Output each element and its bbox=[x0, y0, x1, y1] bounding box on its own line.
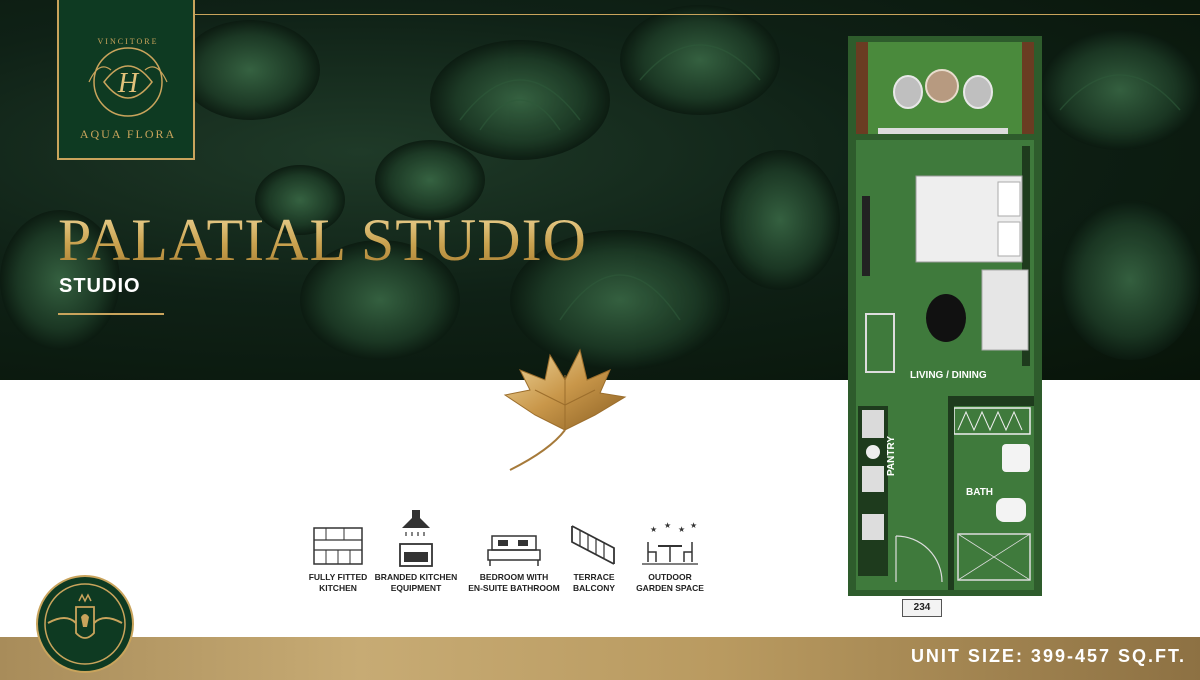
feature-label-equipment-1: BRANDED KITCHEN bbox=[374, 572, 458, 582]
svg-text:★: ★ bbox=[678, 525, 685, 534]
aqua-flora-logo: VINCITORE H AQUA FLORA bbox=[57, 0, 195, 160]
feature-label-garden-1: OUTDOOR bbox=[648, 572, 692, 582]
feature-label-equipment-2: EQUIPMENT bbox=[390, 583, 442, 593]
page-subtitle: STUDIO bbox=[59, 275, 141, 297]
floor-plan: LIVING / DINING PANTRY BATH bbox=[848, 36, 1042, 596]
kitchen-icon bbox=[313, 527, 363, 565]
svg-text:H: H bbox=[117, 68, 140, 99]
page-title: PALATIAL STUDIO bbox=[58, 207, 587, 273]
feature-label-garden-2: GARDEN SPACE bbox=[636, 583, 704, 593]
crest-emblem bbox=[36, 575, 134, 673]
toilet bbox=[996, 498, 1026, 522]
bath-label: BATH bbox=[966, 487, 994, 498]
range-hood-icon bbox=[399, 510, 433, 567]
unit-size-text: UNIT SIZE: 399-457 SQ.FT. bbox=[910, 646, 1186, 666]
top-gold-rule bbox=[195, 14, 1200, 15]
logo-text-bottom: AQUA FLORA bbox=[80, 127, 176, 141]
feature-item-equipment: BRANDED KITCHEN EQUIPMENT bbox=[368, 510, 464, 594]
terrace-chair-left bbox=[893, 75, 923, 109]
svg-text:★: ★ bbox=[650, 525, 657, 534]
bath-sink bbox=[1002, 444, 1030, 472]
sofa bbox=[981, 269, 1029, 351]
svg-text:★: ★ bbox=[664, 521, 671, 530]
living-dining-label: LIVING / DINING bbox=[910, 370, 987, 381]
svg-text:★: ★ bbox=[690, 521, 697, 530]
stairs-railing-icon bbox=[571, 525, 615, 565]
subtitle-divider bbox=[58, 313, 164, 315]
logo-text-top: VINCITORE bbox=[98, 37, 159, 46]
terrace-table bbox=[925, 69, 959, 103]
outdoor-table-icon: ★ ★ ★ ★ bbox=[642, 521, 698, 565]
pantry-label: PANTRY bbox=[886, 436, 897, 476]
bed-icon bbox=[487, 535, 541, 566]
gold-leaf-icon bbox=[503, 348, 627, 471]
terrace-chair-right bbox=[963, 75, 993, 109]
unit-number-tag: 234 bbox=[902, 599, 942, 617]
feature-list: FULLY FITTED KITCHEN BRANDED KITCHEN EQU… bbox=[300, 510, 710, 620]
feature-item-garden: ★ ★ ★ ★ OUTDOOR GARDEN SPACE bbox=[622, 520, 718, 594]
